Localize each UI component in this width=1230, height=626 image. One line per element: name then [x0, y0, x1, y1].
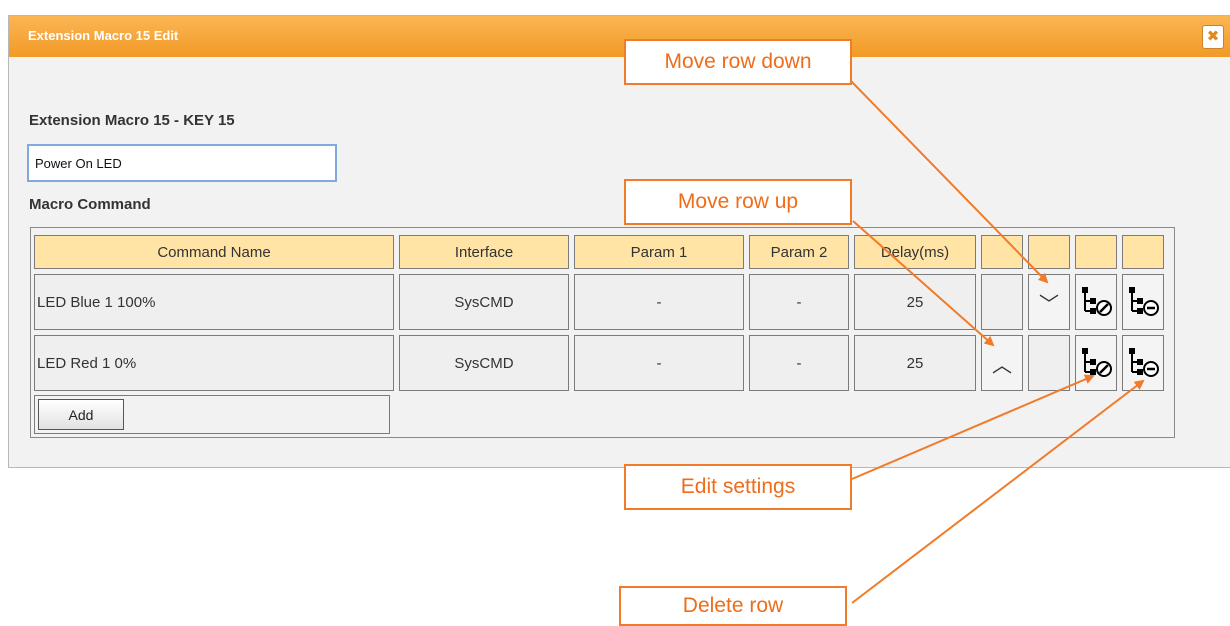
header-delete: [1122, 235, 1164, 269]
edit-settings-icon: [1082, 348, 1112, 377]
edit-settings-icon[interactable]: [1075, 274, 1117, 330]
row1-move-up-cell: [981, 274, 1023, 330]
add-button[interactable]: Add: [38, 399, 124, 430]
dialog-titlebar: Extension Macro 15 Edit ✖: [9, 16, 1230, 57]
edit-settings-icon: [1082, 287, 1112, 316]
header-move-up: [981, 235, 1023, 269]
row2-interface: SysCMD: [399, 335, 569, 391]
macro-label: Extension Macro 15 - KEY 15: [29, 112, 235, 129]
header-edit: [1075, 235, 1117, 269]
delete-row-icon[interactable]: [1122, 274, 1164, 330]
dialog-title: Extension Macro 15 Edit: [28, 28, 179, 43]
row2-command-name: LED Red 1 0%: [34, 335, 394, 391]
callout-move-row-down: Move row down: [624, 39, 852, 85]
row1-interface: SysCMD: [399, 274, 569, 330]
macro-name-input[interactable]: [27, 144, 337, 182]
row2-param2: -: [749, 335, 849, 391]
callout-edit-settings: Edit settings: [624, 464, 852, 510]
callout-move-row-up: Move row up: [624, 179, 852, 225]
chevron-down-icon[interactable]: ﹀: [1028, 274, 1070, 330]
row1-delay: 25: [854, 274, 976, 330]
close-icon[interactable]: ✖: [1202, 25, 1224, 49]
row1-param2: -: [749, 274, 849, 330]
row1-param1: -: [574, 274, 744, 330]
row2-delay: 25: [854, 335, 976, 391]
header-param2: Param 2: [749, 235, 849, 269]
header-command-name: Command Name: [34, 235, 394, 269]
macro-edit-dialog: Extension Macro 15 Edit ✖ Extension Macr…: [8, 15, 1230, 468]
row1-command-name: LED Blue 1 100%: [34, 274, 394, 330]
delete-row-icon: [1129, 348, 1159, 377]
header-interface: Interface: [399, 235, 569, 269]
header-param1: Param 1: [574, 235, 744, 269]
header-move-down: [1028, 235, 1070, 269]
edit-settings-icon[interactable]: [1075, 335, 1117, 391]
delete-row-icon[interactable]: [1122, 335, 1164, 391]
row2-param1: -: [574, 335, 744, 391]
chevron-up-icon[interactable]: ︿: [981, 335, 1023, 391]
delete-row-icon: [1129, 287, 1159, 316]
callout-delete-row: Delete row: [619, 586, 847, 626]
add-row-container: Add: [34, 395, 390, 434]
macro-command-label: Macro Command: [29, 196, 151, 213]
row2-move-down-cell: [1028, 335, 1070, 391]
macro-command-table: Command Name Interface Param 1 Param 2 D…: [30, 227, 1175, 438]
header-delay: Delay(ms): [854, 235, 976, 269]
